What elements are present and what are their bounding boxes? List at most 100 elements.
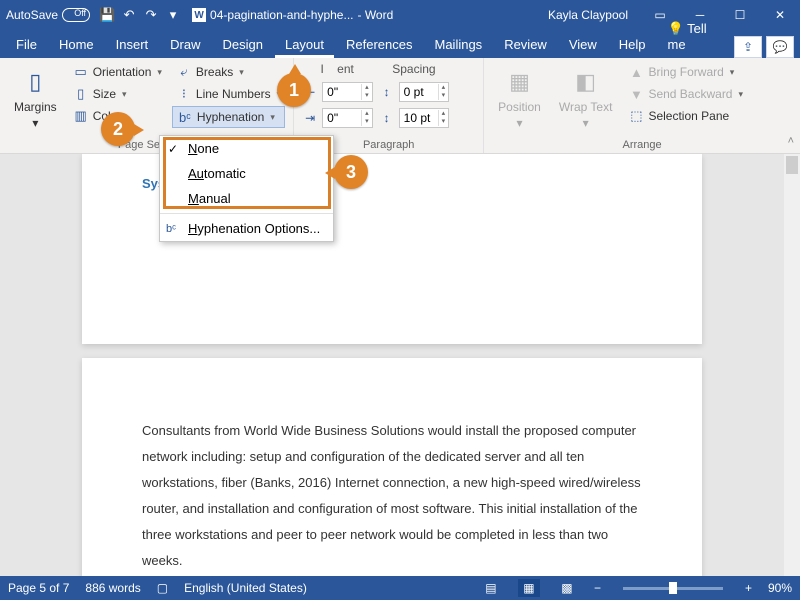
tab-help[interactable]: Help (609, 33, 656, 58)
doc-title: 04-pagination-and-hyphe... (210, 8, 353, 22)
tab-design[interactable]: Design (213, 33, 273, 58)
collapse-ribbon-icon[interactable]: ˄ (788, 135, 794, 147)
hyphen-options-icon: bᶜ (166, 223, 182, 235)
read-mode-icon[interactable]: ▤ (480, 579, 502, 597)
hyphen-options-label: yphenation Options... (197, 221, 320, 236)
arrange-label: Arrange (492, 137, 792, 151)
tab-view[interactable]: View (559, 33, 607, 58)
size-button[interactable]: ▯Size▾ (69, 84, 166, 104)
size-label: Size (93, 87, 116, 101)
tell-me-label: Tell me (668, 21, 707, 52)
autosave-label: AutoSave (6, 8, 58, 22)
hyphen-none[interactable]: ✓None (160, 136, 333, 161)
zoom-level[interactable]: 90% (768, 581, 792, 595)
hyphenation-label: Hyphenation (197, 110, 264, 124)
tab-review[interactable]: Review (494, 33, 557, 58)
hyphen-manual[interactable]: Manual (160, 186, 333, 211)
position-button: ▦Position▾ (492, 62, 547, 134)
margins-icon: ▯ (19, 66, 51, 98)
indent-right-input[interactable]: ▴▾ (322, 108, 373, 128)
scrollbar-thumb[interactable] (786, 156, 798, 174)
selection-pane-button[interactable]: ⬚ Selection Pane (624, 106, 747, 126)
page-current[interactable]: Consultants from World Wide Business Sol… (82, 358, 702, 576)
save-icon[interactable]: 💾 (96, 4, 118, 26)
language-indicator[interactable]: English (United States) (184, 581, 307, 595)
close-button[interactable]: ✕ (760, 0, 800, 30)
menu-separator (160, 213, 333, 214)
web-layout-icon[interactable]: ▩ (556, 579, 578, 597)
word-count[interactable]: 886 words (85, 581, 140, 595)
qat-customize-icon[interactable]: ▾ (162, 4, 184, 26)
user-name[interactable]: Kayla Claypool (548, 8, 628, 22)
autosave-toggle[interactable]: AutoSave (0, 8, 96, 22)
tab-references[interactable]: References (336, 33, 422, 58)
hyphen-options[interactable]: bᶜHyphenation Options... (160, 216, 333, 241)
check-icon: ✓ (168, 142, 178, 156)
line-numbers-button[interactable]: ⁝Line Numbers▾ (172, 84, 285, 104)
send-backward-icon: ▼ (628, 86, 644, 102)
send-backward-button: ▼Send Backward▾ (624, 84, 747, 104)
tab-layout[interactable]: Layout (275, 33, 334, 58)
zoom-in-button[interactable]: + (745, 581, 752, 595)
tab-draw[interactable]: Draw (160, 33, 210, 58)
indent-left-input[interactable]: ▴▾ (322, 82, 373, 102)
columns-icon: ▥ (73, 108, 89, 124)
document-area: System Consultants from World Wide Busin… (0, 154, 800, 576)
hyphenation-button[interactable]: bᶜHyphenation▾ (172, 106, 285, 128)
share-button[interactable]: ⇪ (734, 36, 762, 58)
space-before-icon: ↕ (379, 84, 395, 100)
app-suffix: - Word (357, 8, 393, 22)
space-before-input[interactable]: ▴▾ (399, 82, 450, 102)
zoom-out-button[interactable]: − (594, 581, 601, 595)
autosave-pill[interactable] (62, 8, 90, 22)
zoom-slider-thumb[interactable] (669, 582, 677, 594)
hyphen-none-label: one (197, 141, 219, 156)
callout-3: 3 (334, 155, 368, 189)
vertical-scrollbar[interactable] (784, 154, 800, 576)
tell-me[interactable]: 💡 Tell me (658, 17, 732, 58)
callout-2: 2 (101, 112, 135, 146)
page-indicator[interactable]: Page 5 of 7 (8, 581, 69, 595)
line-numbers-icon: ⁝ (176, 86, 192, 102)
breaks-button[interactable]: ⤶Breaks▾ (172, 62, 285, 82)
margins-button[interactable]: ▯ Margins ▾ (8, 62, 63, 134)
statusbar: Page 5 of 7 886 words ▢ English (United … (0, 576, 800, 600)
hyphen-manual-label: anual (199, 191, 231, 206)
selection-pane-icon: ⬚ (628, 108, 644, 124)
bring-forward-icon: ▲ (628, 64, 644, 80)
comments-button[interactable]: 💬 (766, 36, 794, 58)
spacing-header: Spacing (379, 62, 450, 76)
word-icon: W (192, 8, 206, 22)
tab-home[interactable]: Home (49, 33, 104, 58)
callout-1: 1 (277, 73, 311, 107)
orientation-icon: ▭ (73, 64, 89, 80)
position-label: Position (498, 100, 541, 114)
group-arrange: ▦Position▾ ◧Wrap Text▾ ▲Bring Forward▾ ▼… (484, 58, 800, 153)
wrap-icon: ◧ (570, 66, 602, 98)
wrap-label: Wrap Text (559, 100, 613, 114)
undo-icon[interactable]: ↶ (118, 4, 140, 26)
indent-right-icon: ⇥ (302, 110, 318, 126)
space-after-icon: ↕ (379, 110, 395, 126)
tab-insert[interactable]: Insert (106, 33, 159, 58)
window-title: W 04-pagination-and-hyphe... - Word (192, 8, 393, 22)
ribbon-tabs: File Home Insert Draw Design Layout Refe… (0, 30, 800, 58)
hyphenation-menu: ✓None Automatic Manual bᶜHyphenation Opt… (159, 135, 334, 242)
orientation-button[interactable]: ▭Orientation▾ (69, 62, 166, 82)
body-text: Consultants from World Wide Business Sol… (142, 418, 642, 574)
size-icon: ▯ (73, 86, 89, 102)
line-numbers-label: Line Numbers (196, 87, 271, 101)
selection-pane-label: Selection Pane (648, 109, 729, 123)
tab-file[interactable]: File (6, 33, 47, 58)
hyphen-automatic[interactable]: Automatic (160, 161, 333, 186)
redo-icon[interactable]: ↷ (140, 4, 162, 26)
space-after-input[interactable]: ▴▾ (399, 108, 450, 128)
print-layout-icon[interactable]: ▦ (518, 579, 540, 597)
proofing-icon[interactable]: ▢ (157, 581, 168, 595)
breaks-icon: ⤶ (176, 64, 192, 80)
bring-forward-label: Bring Forward (648, 65, 723, 79)
tab-mailings[interactable]: Mailings (425, 33, 493, 58)
zoom-slider[interactable] (623, 587, 723, 590)
position-icon: ▦ (504, 66, 536, 98)
send-backward-label: Send Backward (648, 87, 732, 101)
